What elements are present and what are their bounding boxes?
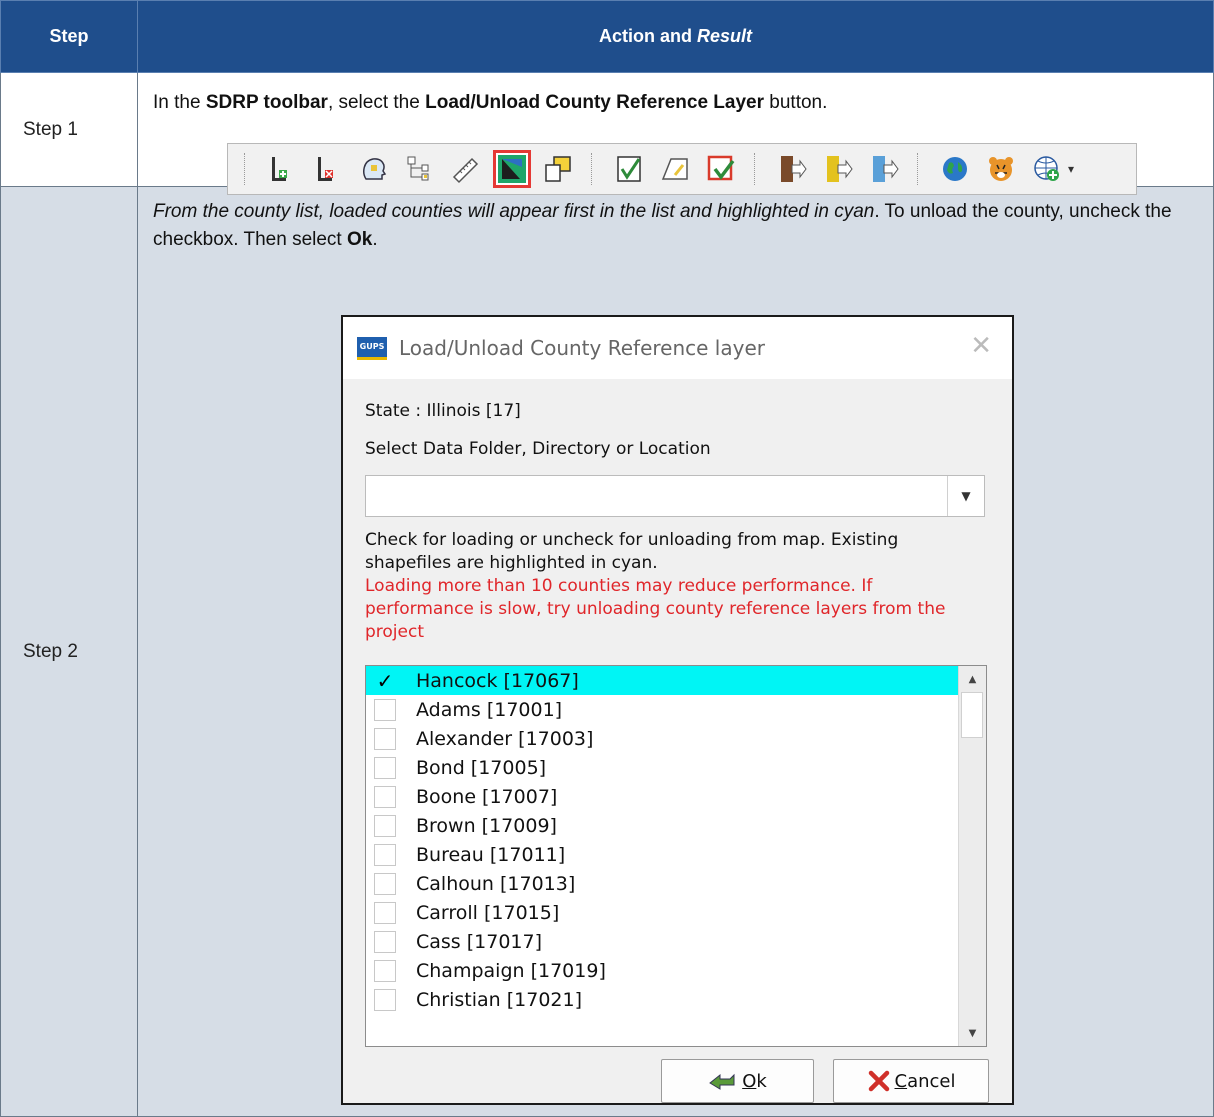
data-folder-combobox[interactable]: ▼ <box>365 475 985 517</box>
tiger-icon[interactable] <box>982 150 1020 188</box>
step2-label: Step 2 <box>0 186 138 1117</box>
county-list-item[interactable]: Adams [17001] <box>366 695 986 724</box>
county-list-item[interactable]: Cass [17017] <box>366 927 986 956</box>
county-list-item[interactable]: Carroll [17015] <box>366 898 986 927</box>
add-globe-icon[interactable] <box>1028 150 1066 188</box>
scroll-down-icon[interactable]: ▼ <box>959 1022 986 1044</box>
green-arrow-icon <box>709 1073 735 1090</box>
county-checkbox[interactable]: ✓ <box>374 669 396 693</box>
export-icon[interactable] <box>773 150 811 188</box>
list-scrollbar[interactable]: ▲ ▼ <box>958 666 986 1046</box>
instructions-text: Check for loading or uncheck for unloadi… <box>365 530 946 642</box>
state-label: State : Illinois [17] <box>365 401 521 421</box>
remove-layer-icon[interactable] <box>309 150 347 188</box>
red-x-icon <box>868 1070 889 1092</box>
county-label: Boone [17007] <box>416 785 558 808</box>
county-checkbox[interactable] <box>374 988 396 1011</box>
step1-description: In the SDRP toolbar, select the Load/Unl… <box>153 92 828 113</box>
county-label: Christian [17021] <box>416 988 583 1011</box>
sdrp-toolbar: ▾ <box>227 143 1137 195</box>
county-checkbox[interactable] <box>374 901 396 924</box>
globe-icon[interactable] <box>936 150 974 188</box>
county-label: Hancock [17067] <box>416 669 579 692</box>
county-label: Calhoun [17013] <box>416 872 576 895</box>
scroll-thumb[interactable] <box>961 692 983 738</box>
county-list-item[interactable]: Calhoun [17013] <box>366 869 986 898</box>
toolbar-grip <box>244 153 249 185</box>
header-action-result: Action and Result <box>137 0 1214 73</box>
tree-structure-icon[interactable] <box>401 150 439 188</box>
county-list-item[interactable]: Bond [17005] <box>366 753 986 782</box>
chevron-down-icon[interactable]: ▼ <box>947 476 984 516</box>
scroll-up-icon[interactable]: ▲ <box>959 668 986 690</box>
county-label: Bond [17005] <box>416 756 547 779</box>
performance-warning: Loading more than 10 counties may reduce… <box>365 576 946 642</box>
county-list-item[interactable]: Brown [17009] <box>366 811 986 840</box>
county-checkbox[interactable] <box>374 756 396 779</box>
county-label: Adams [17001] <box>416 698 563 721</box>
header-step: Step <box>0 0 138 73</box>
ruler-icon[interactable] <box>447 150 485 188</box>
add-layer-icon[interactable] <box>263 150 301 188</box>
head-profile-icon[interactable] <box>355 150 393 188</box>
county-label: Bureau [17011] <box>416 843 566 866</box>
county-list[interactable]: ✓ Hancock [17067] Adams [17001] Alexander [… <box>365 665 987 1047</box>
dialog-title: Load/Unload County Reference layer <box>399 336 765 360</box>
step1-label: Step 1 <box>0 72 138 187</box>
county-checkbox[interactable] <box>374 872 396 895</box>
county-checkbox[interactable] <box>374 785 396 808</box>
county-list-item[interactable]: ✓ Hancock [17067] <box>366 666 960 695</box>
ok-button[interactable]: Ok <box>661 1059 814 1103</box>
close-icon[interactable]: ✕ <box>970 331 992 361</box>
folder-label: Select Data Folder, Directory or Locatio… <box>365 439 711 459</box>
county-checkbox[interactable] <box>374 959 396 982</box>
dialog-titlebar: GUPS Load/Unload County Reference layer <box>343 317 1012 379</box>
county-list-item[interactable]: Champaign [17019] <box>366 956 986 985</box>
step2-description: From the county list, loaded counties wi… <box>153 201 1172 250</box>
add-globe-dropdown-icon[interactable]: ▾ <box>1068 162 1074 176</box>
county-list-item[interactable]: Christian [17021] <box>366 985 986 1014</box>
county-label: Brown [17009] <box>416 814 557 837</box>
county-list-item[interactable]: Boone [17007] <box>366 782 986 811</box>
overlap-squares-icon[interactable] <box>539 150 577 188</box>
county-checkbox[interactable] <box>374 727 396 750</box>
export-blue-icon[interactable] <box>865 150 903 188</box>
county-label: Cass [17017] <box>416 930 543 953</box>
load-unload-county-dialog: GUPS Load/Unload County Reference layer … <box>341 315 1014 1105</box>
county-checkbox[interactable] <box>374 843 396 866</box>
county-checkbox[interactable] <box>374 814 396 837</box>
county-checkbox[interactable] <box>374 930 396 953</box>
export-yellow-icon[interactable] <box>819 150 857 188</box>
county-checkbox[interactable] <box>374 698 396 721</box>
load-county-reference-icon[interactable] <box>493 150 531 188</box>
app-logo-icon: GUPS <box>357 336 387 360</box>
cancel-label: Cancel <box>894 1070 956 1092</box>
toolbar-separator <box>591 153 596 185</box>
toolbar-separator <box>917 153 922 185</box>
county-label: Alexander [17003] <box>416 727 594 750</box>
county-label: Carroll [17015] <box>416 901 560 924</box>
check-square-icon[interactable] <box>610 150 648 188</box>
toolbar-separator <box>754 153 759 185</box>
shape-edit-icon[interactable] <box>656 150 694 188</box>
review-check-icon[interactable] <box>702 150 740 188</box>
county-list-item[interactable]: Bureau [17011] <box>366 840 986 869</box>
ok-label: Ok <box>742 1070 767 1092</box>
cancel-button[interactable]: Cancel <box>833 1059 989 1103</box>
county-list-item[interactable]: Alexander [17003] <box>366 724 986 753</box>
county-label: Champaign [17019] <box>416 959 606 982</box>
